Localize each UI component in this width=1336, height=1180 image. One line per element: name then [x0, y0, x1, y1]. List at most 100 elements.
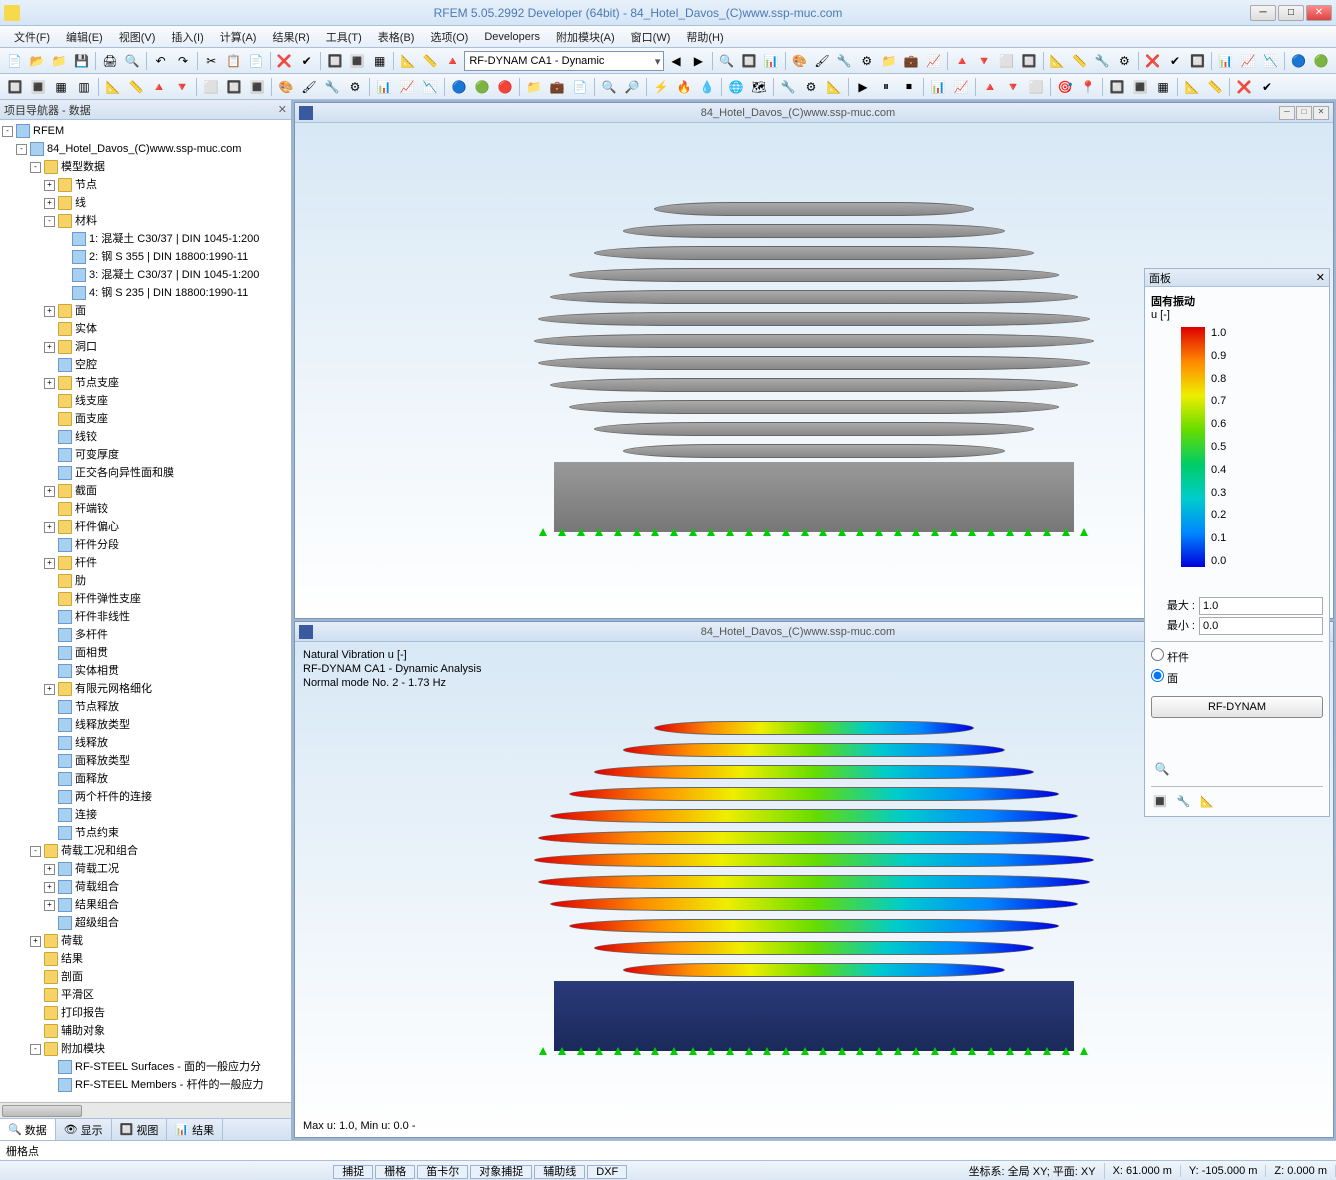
tree-node[interactable]: -荷载工况和组合 [0, 842, 291, 860]
toolbar-button[interactable]: 🔵 [448, 76, 470, 98]
menu-item[interactable]: 选项(O) [422, 27, 476, 47]
toolbar-button[interactable]: 🔻 [1002, 76, 1024, 98]
toolbar-button[interactable]: 🟢 [1310, 50, 1331, 72]
tree-node[interactable]: 面释放类型 [0, 752, 291, 770]
status-toggle[interactable]: 栅格 [375, 1165, 415, 1179]
toolbar-button[interactable]: 🔳 [347, 50, 368, 72]
toolbar-button[interactable]: 📋 [223, 50, 244, 72]
toolbar-button[interactable]: 🔺 [951, 50, 972, 72]
toolbar-button[interactable]: ▶ [688, 50, 709, 72]
nav-tab[interactable]: 🔲视图 [112, 1119, 168, 1140]
toolbar-button[interactable]: 📉 [1260, 50, 1281, 72]
toolbar-button[interactable]: 📄 [4, 50, 25, 72]
toolbar-button[interactable]: 🔍 [122, 50, 143, 72]
tree-node[interactable]: RF-STEEL Surfaces - 面的一般应力分 [0, 1058, 291, 1076]
toolbar-button[interactable]: 📐 [823, 76, 845, 98]
menu-item[interactable]: 编辑(E) [58, 27, 111, 47]
tree-node[interactable]: +有限元网格细化 [0, 680, 291, 698]
toolbar-button[interactable]: 🔥 [673, 76, 695, 98]
toolbar-button[interactable]: 🔧 [1091, 50, 1112, 72]
tree-node[interactable]: 杆件分段 [0, 536, 291, 554]
toolbar-button[interactable]: 📁 [878, 50, 899, 72]
toolbar-button[interactable]: 🔧 [834, 50, 855, 72]
toolbar-button[interactable]: 📊 [761, 50, 782, 72]
toolbar-button[interactable]: ⏸ [875, 76, 897, 98]
tree-node[interactable]: 杆件弹性支座 [0, 590, 291, 608]
toolbar-button[interactable]: 🔳 [246, 76, 268, 98]
toolbar-button[interactable]: ◀ [665, 50, 686, 72]
tree-node[interactable]: 3: 混凝土 C30/37 | DIN 1045-1:200 [0, 266, 291, 284]
tree-node[interactable]: 面支座 [0, 410, 291, 428]
toolbar-button[interactable]: ✔ [296, 50, 317, 72]
toolbar-button[interactable]: 🔎 [621, 76, 643, 98]
tree-node[interactable]: -模型数据 [0, 158, 291, 176]
toolbar-button[interactable]: 🔲 [4, 76, 26, 98]
status-toggle[interactable]: DXF [587, 1165, 627, 1179]
tree-node[interactable]: 线释放 [0, 734, 291, 752]
menu-item[interactable]: 计算(A) [212, 27, 265, 47]
toolbar-button[interactable]: ▦ [50, 76, 72, 98]
toolbar-button[interactable]: 📊 [1215, 50, 1236, 72]
tree-node[interactable]: 面释放 [0, 770, 291, 788]
tree-node[interactable]: +节点支座 [0, 374, 291, 392]
tree-node[interactable]: +节点 [0, 176, 291, 194]
toolbar-button[interactable]: 🗺 [748, 76, 770, 98]
status-toggle[interactable]: 对象捕捉 [470, 1165, 532, 1179]
nav-tab[interactable]: 👁显示 [56, 1119, 112, 1140]
toolbar-button[interactable]: 🔺 [148, 76, 170, 98]
toolbar-button[interactable]: 📐 [102, 76, 124, 98]
toolbar-button[interactable]: ⬜ [996, 50, 1017, 72]
tree-node[interactable]: +荷载 [0, 932, 291, 950]
toolbar-button[interactable]: ✂ [201, 50, 222, 72]
toolbar-button[interactable]: 🎨 [789, 50, 810, 72]
tree-node[interactable]: -84_Hotel_Davos_(C)www.ssp-muc.com [0, 140, 291, 158]
tree-node[interactable]: 两个杆件的连接 [0, 788, 291, 806]
toolbar-button[interactable]: ❌ [274, 50, 295, 72]
tree-node[interactable]: -附加模块 [0, 1040, 291, 1058]
toolbar-button[interactable]: 💾 [71, 50, 92, 72]
toolbar-button[interactable]: 🔳 [27, 76, 49, 98]
menu-item[interactable]: 附加模块(A) [548, 27, 623, 47]
tree-node[interactable]: +结果组合 [0, 896, 291, 914]
tree-node[interactable]: 实体相贯 [0, 662, 291, 680]
toolbar-button[interactable]: 📏 [420, 50, 441, 72]
minimize-button[interactable]: ─ [1250, 5, 1276, 21]
toolbar-button[interactable]: 🎨 [275, 76, 297, 98]
tree-node[interactable]: 连接 [0, 806, 291, 824]
toolbar-button[interactable]: 📁 [49, 50, 70, 72]
tree-node[interactable]: +线 [0, 194, 291, 212]
tree-node[interactable]: 空腔 [0, 356, 291, 374]
toolbar-button[interactable]: 📈 [1237, 50, 1258, 72]
toolbar-button[interactable]: 🔲 [1187, 50, 1208, 72]
toolbar-button[interactable]: 🖌 [811, 50, 832, 72]
view-min[interactable]: ─ [1279, 106, 1295, 120]
toolbar-button[interactable]: 🔧 [321, 76, 343, 98]
toolbar-button[interactable]: ⚙ [856, 50, 877, 72]
tree-node[interactable]: 1: 混凝土 C30/37 | DIN 1045-1:200 [0, 230, 291, 248]
menu-item[interactable]: 表格(B) [370, 27, 423, 47]
radio-surfaces[interactable]: 面 [1151, 669, 1323, 686]
toolbar-button[interactable]: 📄 [569, 76, 591, 98]
toolbar-button[interactable]: ▥ [73, 76, 95, 98]
zoom-icon[interactable]: 🔍 [1151, 758, 1173, 780]
toolbar-button[interactable]: 📏 [125, 76, 147, 98]
radio-members[interactable]: 杆件 [1151, 648, 1323, 665]
toolbar-button[interactable]: 📂 [26, 50, 47, 72]
rf-dynam-button[interactable]: RF-DYNAM [1151, 696, 1323, 718]
toolbar-button[interactable]: ↶ [150, 50, 171, 72]
toolbar-button[interactable]: 💼 [901, 50, 922, 72]
tree-node[interactable]: 杆端铰 [0, 500, 291, 518]
close-button[interactable]: ✕ [1306, 5, 1332, 21]
loadcase-combo[interactable]: RF-DYNAM CA1 - Dynamic Analysis [464, 51, 664, 71]
toolbar-button[interactable]: ⚡ [650, 76, 672, 98]
tree-node[interactable]: 剖面 [0, 968, 291, 986]
toolbar-button[interactable]: 📉 [419, 76, 441, 98]
tree-node[interactable]: 线铰 [0, 428, 291, 446]
toolbar-button[interactable]: ⬜ [1025, 76, 1047, 98]
toolbar-button[interactable]: ✔ [1164, 50, 1185, 72]
toolbar-button[interactable]: ⏹ [898, 76, 920, 98]
toolbar-button[interactable]: ✔ [1256, 76, 1278, 98]
toolbar-button[interactable]: 📍 [1077, 76, 1099, 98]
toolbar-button[interactable]: 🔻 [974, 50, 995, 72]
toolbar-button[interactable]: 🔵 [1288, 50, 1309, 72]
